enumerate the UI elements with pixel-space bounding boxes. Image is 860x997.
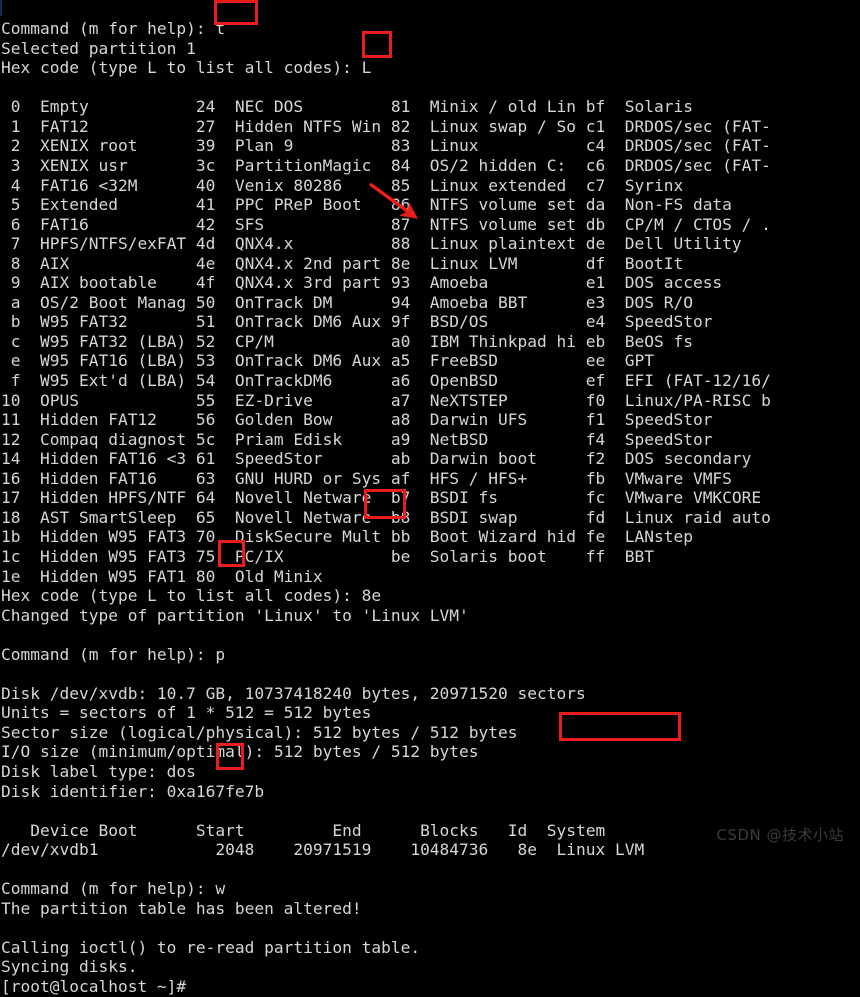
terminal-line: Selected partition 1 xyxy=(1,38,196,58)
terminal-line: 0 Empty 24 NEC DOS 81 Minix / old Lin bf… xyxy=(1,97,693,117)
terminal-line: Calling ioctl() to re-read partition tab… xyxy=(1,937,421,957)
terminal-line: Syncing disks. xyxy=(1,957,138,977)
terminal-line: I/O size (minimum/optimal): 512 bytes / … xyxy=(1,742,479,762)
terminal-line: Hex code (type L to list all codes): L xyxy=(1,58,372,78)
terminal-line: 1 FAT12 27 Hidden NTFS Win 82 Linux swap… xyxy=(1,116,771,136)
terminal-line: 3 XENIX usr 3c PartitionMagic 84 OS/2 hi… xyxy=(1,156,771,176)
terminal-line: 12 Compaq diagnost 5c Priam Edisk a9 Net… xyxy=(1,429,713,449)
terminal-line: The partition table has been altered! xyxy=(1,898,362,918)
terminal-line: 8 AIX 4e QNX4.x 2nd part 8e Linux LVM df… xyxy=(1,253,684,273)
terminal-line: f W95 Ext'd (LBA) 54 OnTrackDM6 a6 OpenB… xyxy=(1,371,771,391)
terminal-line: 4 FAT16 <32M 40 Venix 80286 85 Linux ext… xyxy=(1,175,684,195)
terminal-line: 9 AIX bootable 4f QNX4.x 3rd part 93 Amo… xyxy=(1,273,723,293)
terminal-line: 1c Hidden W95 FAT3 75 PC/IX be Solaris b… xyxy=(1,546,654,566)
terminal-line: 11 Hidden FAT12 56 Golden Bow a8 Darwin … xyxy=(1,410,713,430)
terminal-line: a OS/2 Boot Manag 50 OnTrack DM 94 Amoeb… xyxy=(1,292,693,312)
terminal-line: Changed type of partition 'Linux' to 'Li… xyxy=(1,605,469,625)
terminal-line: 14 Hidden FAT16 <3 61 SpeedStor ab Darwi… xyxy=(1,449,752,469)
terminal-line: 7 HPFS/NTFS/exFAT 4d QNX4.x 88 Linux pla… xyxy=(1,234,742,254)
terminal-line: Command (m for help): w xyxy=(1,879,226,899)
terminal-line: Sector size (logical/physical): 512 byte… xyxy=(1,722,518,742)
terminal-line: c W95 FAT32 (LBA) 52 CP/M a0 IBM Thinkpa… xyxy=(1,331,693,351)
terminal-line: 17 Hidden HPFS/NTF 64 Novell Netware b7 … xyxy=(1,488,762,508)
terminal-output[interactable]: Command (m for help): t Selected partitio… xyxy=(0,16,860,996)
terminal-line: 16 Hidden FAT16 63 GNU HURD or Sys af HF… xyxy=(1,468,732,488)
terminal-line: Disk identifier: 0xa167fe7b xyxy=(1,781,265,801)
terminal-line: Hex code (type L to list all codes): 8e xyxy=(1,586,382,606)
terminal-line: 1e Hidden W95 FAT1 80 Old Minix xyxy=(1,566,382,586)
terminal-line: Units = sectors of 1 * 512 = 512 bytes xyxy=(1,703,372,723)
terminal-line: b W95 FAT32 51 OnTrack DM6 Aux 9f BSD/OS… xyxy=(1,312,713,332)
terminal-line: e W95 FAT16 (LBA) 53 OnTrack DM6 Aux a5 … xyxy=(1,351,654,371)
terminal-line: Command (m for help): p xyxy=(1,644,226,664)
terminal-line: 2 XENIX root 39 Plan 9 83 Linux c4 DRDOS… xyxy=(1,136,771,156)
terminal-line: [root@localhost ~]# xyxy=(1,976,187,996)
terminal-line: Disk label type: dos xyxy=(1,761,196,781)
terminal-line: Command (m for help): t xyxy=(1,19,226,39)
terminal-line: 1b Hidden W95 FAT3 70 DiskSecure Mult bb… xyxy=(1,527,693,547)
watermark: CSDN @技术小站 xyxy=(716,826,844,844)
terminal-line: 10 OPUS 55 EZ-Drive a7 NeXTSTEP f0 Linux… xyxy=(1,390,771,410)
terminal-line: 18 AST SmartSleep 65 Novell Netware b8 B… xyxy=(1,507,771,527)
terminal-line: Disk /dev/xvdb: 10.7 GB, 10737418240 byt… xyxy=(1,683,586,703)
terminal-line: 5 Extended 41 PPC PReP Boot 86 NTFS volu… xyxy=(1,195,732,215)
terminal-line: 6 FAT16 42 SFS 87 NTFS volume set db CP/… xyxy=(1,214,771,234)
